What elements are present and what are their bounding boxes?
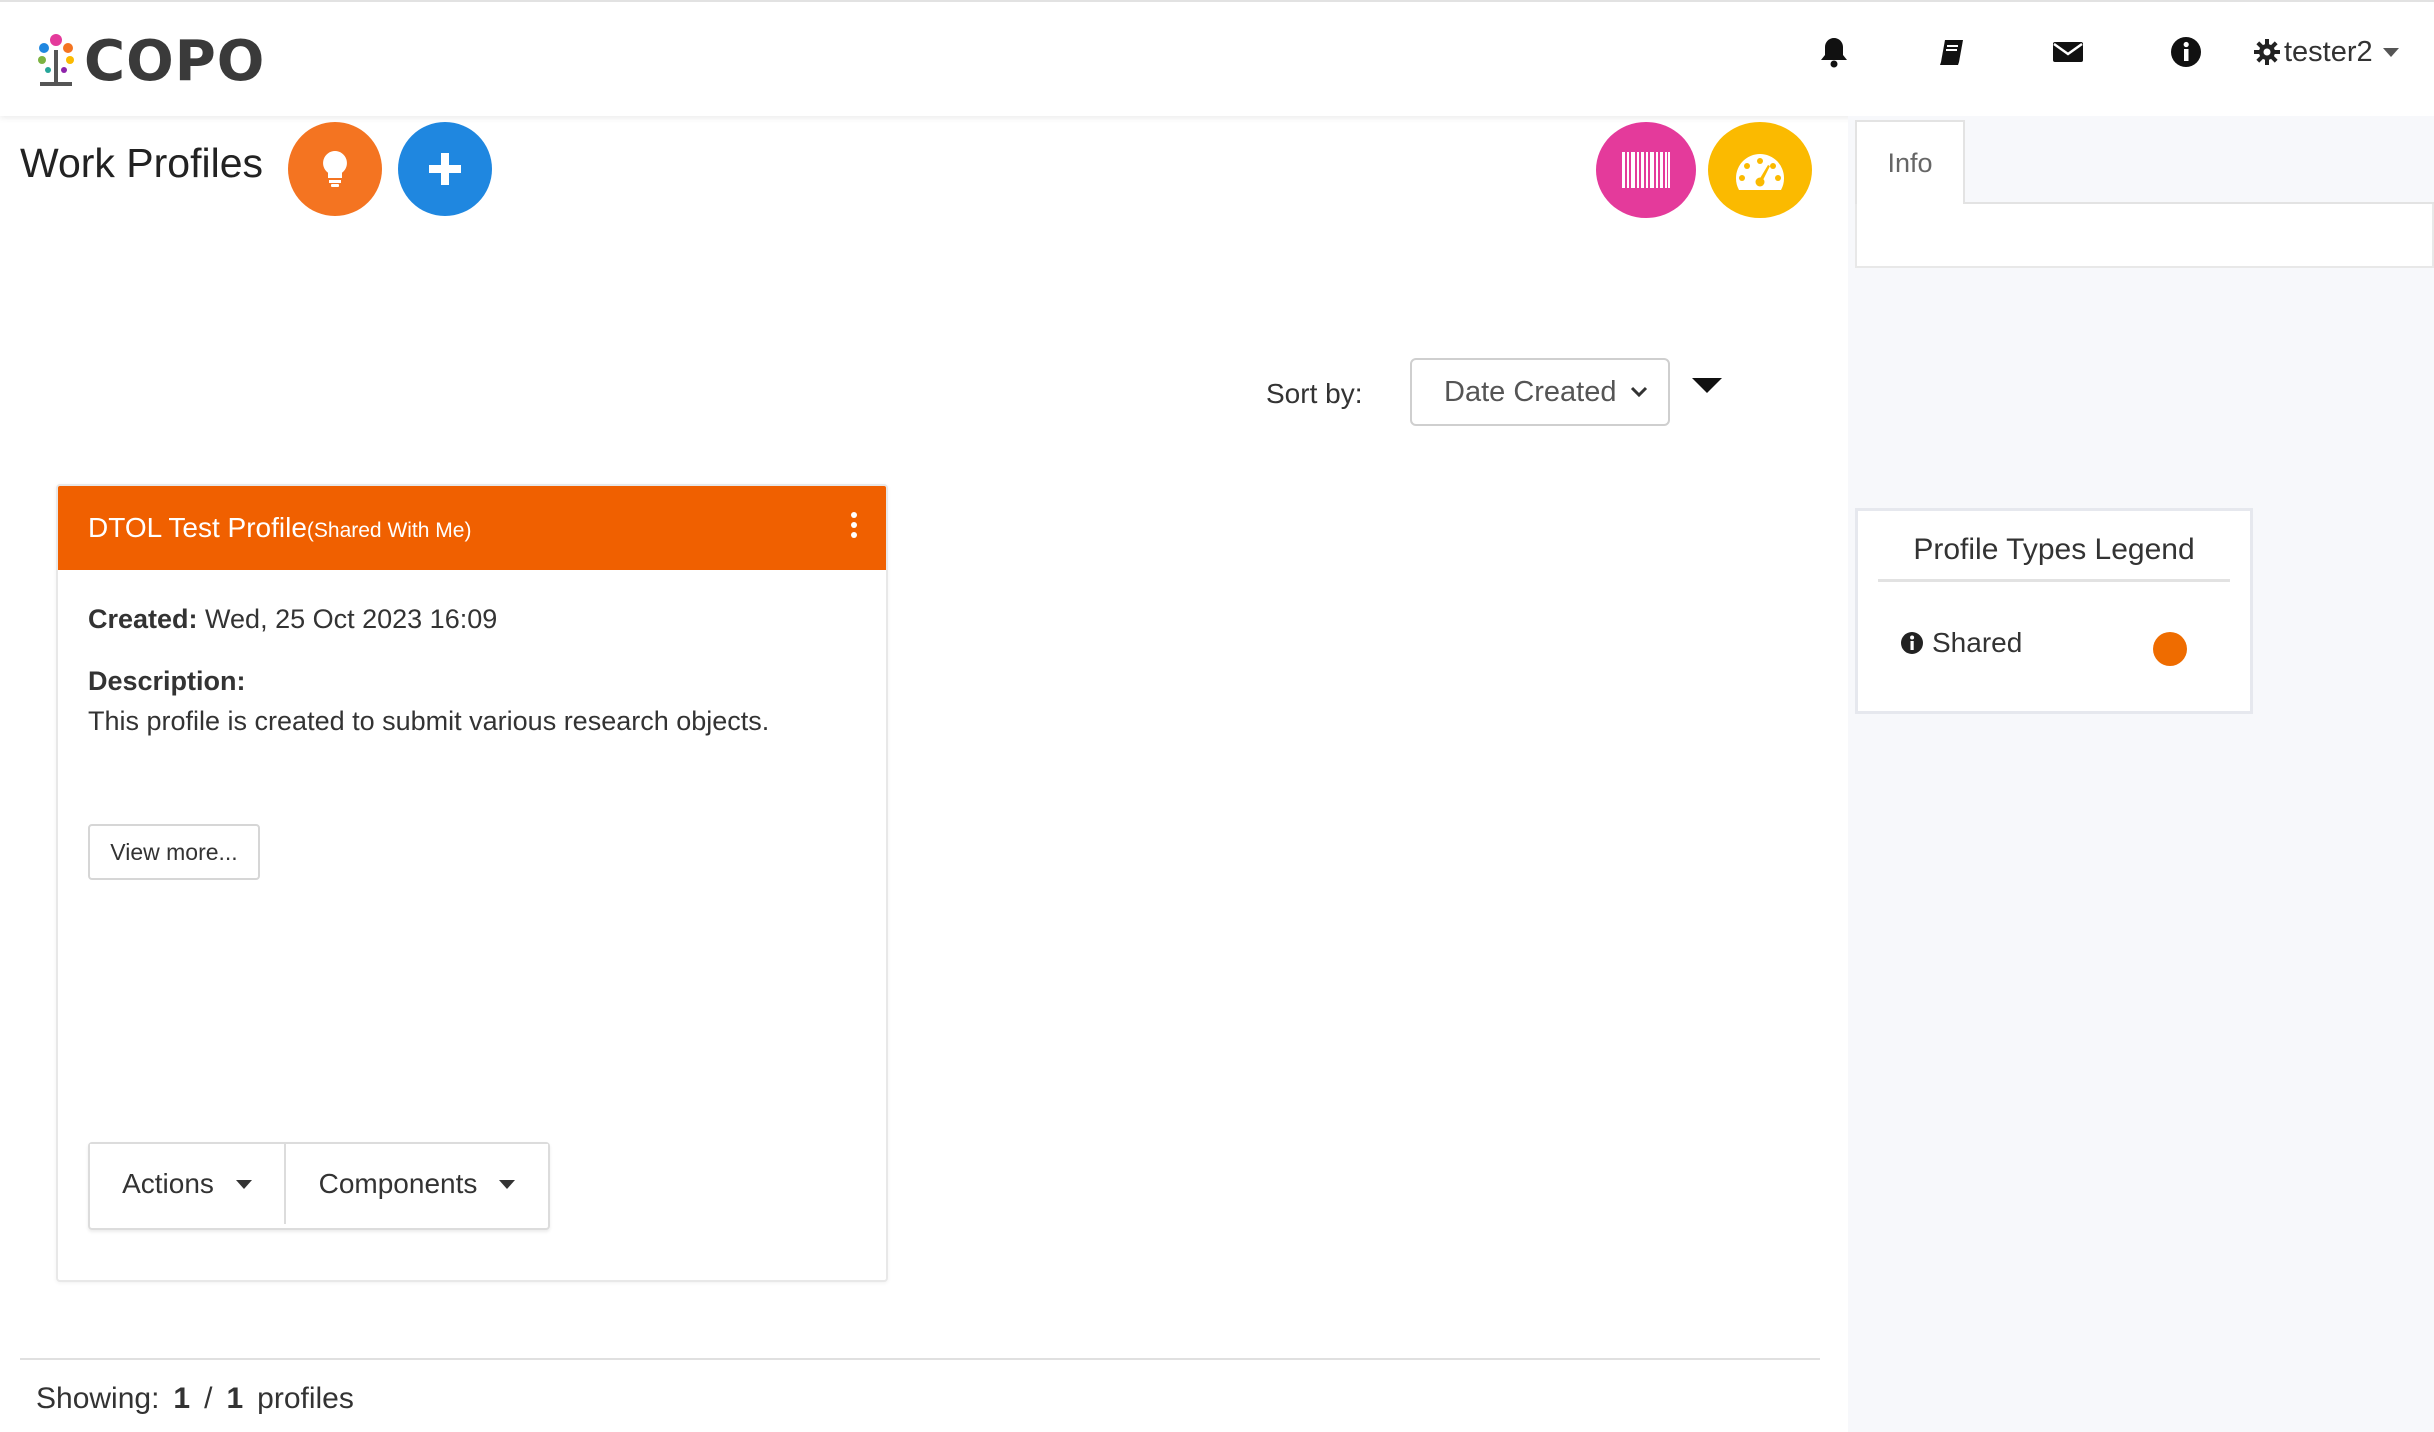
legend-shared-color-dot	[2153, 632, 2187, 666]
footer-divider	[20, 1358, 1820, 1360]
info-tab-content	[1855, 204, 2434, 268]
add-profile-button[interactable]	[398, 122, 492, 216]
chevron-down-icon	[1630, 386, 1648, 398]
envelope-icon[interactable]	[2050, 34, 2086, 70]
created-value: Wed, 25 Oct 2023 16:09	[205, 604, 498, 634]
card-button-group: Actions Components	[88, 1142, 550, 1230]
caret-down-icon	[499, 1179, 516, 1189]
logo-text: COPO	[84, 28, 266, 94]
info-circle-icon	[1901, 632, 1923, 654]
kebab-menu-icon[interactable]	[848, 512, 860, 542]
profile-created: Created: Wed, 25 Oct 2023 16:09	[88, 604, 497, 635]
top-navbar: COPO tester2	[0, 0, 2434, 116]
profile-shared-tag: (Shared With Me)	[306, 519, 472, 542]
components-dropdown-button[interactable]: Components	[286, 1144, 548, 1224]
legend-title: Profile Types Legend	[1878, 533, 2230, 582]
barcode-icon	[1622, 152, 1670, 188]
showing-total: 1	[226, 1382, 244, 1415]
profile-name: DTOL Test Profile	[88, 512, 307, 543]
gear-icon	[2254, 39, 2280, 65]
info-circle-icon[interactable]	[2168, 34, 2204, 70]
page-title: Work Profiles	[20, 140, 264, 186]
barcode-button[interactable]	[1596, 122, 1696, 218]
tips-button[interactable]	[288, 122, 382, 216]
user-menu[interactable]: tester2	[2254, 32, 2399, 72]
description-label: Description:	[88, 666, 246, 696]
side-panel	[1848, 116, 2434, 1432]
legend-item-label: Shared	[1932, 627, 2023, 658]
showing-label: Showing:	[36, 1382, 160, 1415]
tab-info[interactable]: Info	[1855, 120, 1965, 204]
dashboard-button[interactable]	[1708, 122, 1812, 218]
showing-separator: /	[204, 1382, 213, 1415]
username: tester2	[2284, 35, 2373, 68]
created-label: Created:	[88, 604, 198, 634]
tree-logo-icon	[38, 34, 74, 86]
sort-direction-toggle[interactable]	[1692, 378, 1722, 393]
profile-card: DTOL Test Profile(Shared With Me) Create…	[56, 484, 888, 1282]
profile-types-legend: Profile Types Legend Shared	[1855, 508, 2253, 714]
chevron-down-icon	[2382, 47, 2399, 57]
dashboard-icon	[1735, 154, 1785, 190]
caret-down-icon	[235, 1179, 252, 1189]
actions-label: Actions	[122, 1168, 214, 1199]
sort-label: Sort by:	[1266, 378, 1363, 409]
sort-selected-value: Date Created	[1444, 375, 1617, 408]
view-more-button[interactable]: View more...	[88, 824, 260, 880]
showing-unit: profiles	[257, 1382, 354, 1415]
components-label: Components	[318, 1168, 478, 1199]
profile-card-header: DTOL Test Profile(Shared With Me)	[58, 486, 886, 570]
legend-item-shared: Shared	[1900, 627, 2022, 659]
lightbulb-icon	[323, 151, 347, 187]
profile-card-title[interactable]: DTOL Test Profile(Shared With Me)	[88, 512, 471, 544]
bell-icon[interactable]	[1816, 34, 1852, 70]
copo-logo[interactable]: COPO	[34, 28, 265, 94]
showing-count: 1	[173, 1382, 191, 1415]
sort-select[interactable]: Date Created	[1410, 358, 1670, 426]
description-text: This profile is created to submit variou…	[88, 706, 770, 736]
actions-dropdown-button[interactable]: Actions	[90, 1144, 286, 1224]
book-icon[interactable]	[1934, 34, 1970, 70]
profile-count: Showing: 1 / 1 profiles	[36, 1382, 354, 1416]
plus-icon	[429, 153, 461, 185]
